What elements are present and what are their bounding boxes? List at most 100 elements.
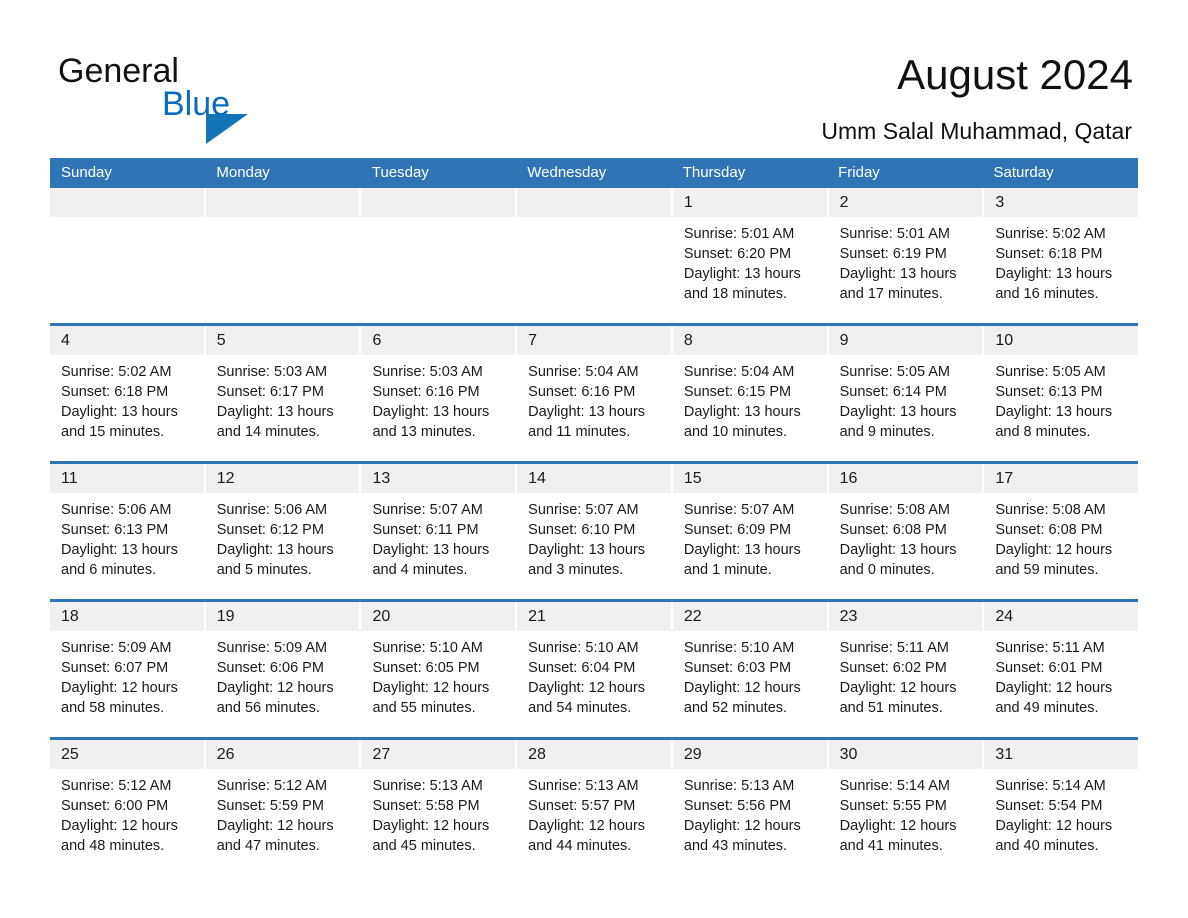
calendar-day-cell[interactable]: 19 Sunrise: 5:09 AM Sunset: 6:06 PM Dayligh… — [205, 602, 362, 737]
daylight-text: Daylight: 13 hours — [528, 542, 646, 558]
day-number: 31 — [984, 740, 1139, 769]
sunrise-text: Sunrise: 5:07 AM — [528, 502, 639, 518]
calendar-day-cell[interactable]: 21 Sunrise: 5:10 AM Sunset: 6:04 PM Dayligh… — [517, 602, 673, 737]
day-number: 27 — [361, 740, 516, 769]
calendar-day-cell[interactable]: 7 Sunrise: 5:04 AM Sunset: 6:16 PM Daylight… — [517, 326, 673, 461]
day-details: Sunrise: 5:05 AM Sunset: 6:13 PM Daylight:… — [984, 355, 1138, 461]
calendar-day-cell[interactable]: 11 Sunrise: 5:06 AM Sunset: 6:13 PM Dayligh… — [50, 464, 206, 599]
calendar-day-cell[interactable]: 23 Sunrise: 5:11 AM Sunset: 6:02 PM Dayligh… — [828, 602, 985, 737]
sunset-text: Sunset: 6:20 PM — [683, 246, 792, 262]
calendar-day-cell[interactable]: 27 Sunrise: 5:13 AM Sunset: 5:58 PM Dayligh… — [361, 740, 518, 875]
calendar-day-cell[interactable]: 29 Sunrise: 5:13 AM Sunset: 5:56 PM Dayligh… — [672, 740, 829, 875]
sunset-text: Sunset: 6:18 PM — [61, 384, 169, 400]
generalblue-logo[interactable]: General Blue — [58, 52, 318, 144]
calendar-day-cell[interactable]: 3 Sunrise: 5:02 AM Sunset: 6:18 PM Daylight… — [984, 188, 1139, 323]
day-details: Sunrise: 5:12 AM Sunset: 5:59 PM Daylight:… — [206, 769, 360, 875]
calendar-day-cell[interactable]: 2 Sunrise: 5:01 AM Sunset: 6:19 PM Daylight… — [828, 188, 985, 323]
day-number: 7 — [517, 326, 671, 355]
sunset-text: Sunset: 6:00 PM — [61, 798, 169, 814]
page-title: August 2024 — [897, 51, 1133, 98]
sunset-text: Sunset: 6:06 PM — [216, 660, 324, 676]
daylight-text-cont: and 4 minutes. — [372, 562, 468, 578]
daylight-text: Daylight: 12 hours — [372, 818, 490, 834]
sunrise-text: Sunrise: 5:14 AM — [839, 778, 951, 794]
day-number: 30 — [828, 740, 983, 769]
calendar-day-cell[interactable]: 13 Sunrise: 5:07 AM Sunset: 6:11 PM Dayligh… — [361, 464, 518, 599]
day-details: Sunrise: 5:10 AM Sunset: 6:04 PM Daylight:… — [517, 631, 671, 737]
sunset-text: Sunset: 6:05 PM — [372, 660, 480, 676]
sunset-text: Sunset: 6:08 PM — [995, 522, 1103, 538]
calendar-day-cell-empty[interactable] — [50, 188, 206, 323]
calendar-day-cell[interactable]: 8 Sunrise: 5:04 AM Sunset: 6:15 PM Daylight… — [672, 326, 829, 461]
day-details: Sunrise: 5:04 AM Sunset: 6:15 PM Daylight:… — [673, 355, 827, 461]
day-details: Sunrise: 5:12 AM Sunset: 6:00 PM Daylight:… — [50, 769, 204, 875]
daylight-text-cont: and 1 minute. — [683, 562, 772, 578]
sunrise-text: Sunrise: 5:10 AM — [683, 640, 795, 656]
sunrise-text: Sunrise: 5:09 AM — [216, 640, 328, 656]
calendar-day-cell[interactable]: 5 Sunrise: 5:03 AM Sunset: 6:17 PM Daylight… — [205, 326, 362, 461]
calendar-day-cell[interactable]: 25 Sunrise: 5:12 AM Sunset: 6:00 PM Dayligh… — [50, 740, 206, 875]
weekday-header-thursday: Thursday — [682, 164, 746, 181]
day-details: Sunrise: 5:14 AM Sunset: 5:54 PM Daylight:… — [984, 769, 1138, 875]
daylight-text-cont: and 45 minutes. — [372, 838, 476, 854]
day-details: Sunrise: 5:05 AM Sunset: 6:14 PM Daylight:… — [829, 355, 983, 461]
daylight-text: Daylight: 12 hours — [839, 818, 957, 834]
calendar-day-cell-empty[interactable] — [517, 188, 673, 323]
page-header: General Blue August 2024 Umm Salal Muham… — [0, 0, 1188, 158]
day-number: 16 — [828, 464, 983, 493]
sunrise-text: Sunrise: 5:04 AM — [528, 364, 639, 380]
calendar-day-cell[interactable]: 24 Sunrise: 5:11 AM Sunset: 6:01 PM Dayligh… — [984, 602, 1139, 737]
calendar-day-cell[interactable]: 15 Sunrise: 5:07 AM Sunset: 6:09 PM Dayligh… — [672, 464, 829, 599]
daylight-text: Daylight: 13 hours — [61, 542, 178, 558]
sunrise-text: Sunrise: 5:08 AM — [839, 502, 951, 518]
daylight-text-cont: and 41 minutes. — [839, 838, 943, 854]
day-number: 11 — [50, 464, 204, 493]
calendar-day-cell[interactable]: 1 Sunrise: 5:01 AM Sunset: 6:20 PM Daylight… — [672, 188, 829, 323]
calendar-day-cell[interactable]: 4 Sunrise: 5:02 AM Sunset: 6:18 PM Daylight… — [50, 326, 206, 461]
calendar-day-cell[interactable]: 22 Sunrise: 5:10 AM Sunset: 6:03 PM Dayligh… — [672, 602, 829, 737]
calendar-day-cell[interactable]: 17 Sunrise: 5:08 AM Sunset: 6:08 PM Dayligh… — [984, 464, 1139, 599]
day-details — [517, 217, 671, 323]
day-details: Sunrise: 5:10 AM Sunset: 6:03 PM Daylight:… — [673, 631, 827, 737]
calendar-day-cell[interactable]: 20 Sunrise: 5:10 AM Sunset: 6:05 PM Dayligh… — [361, 602, 518, 737]
calendar-day-cell[interactable]: 16 Sunrise: 5:08 AM Sunset: 6:08 PM Dayligh… — [828, 464, 985, 599]
daylight-text: Daylight: 13 hours — [683, 404, 801, 420]
calendar-day-cell[interactable]: 14 Sunrise: 5:07 AM Sunset: 6:10 PM Dayligh… — [517, 464, 673, 599]
sunset-text: Sunset: 6:07 PM — [61, 660, 169, 676]
day-number: 10 — [984, 326, 1139, 355]
calendar-day-cell[interactable]: 26 Sunrise: 5:12 AM Sunset: 5:59 PM Dayligh… — [205, 740, 362, 875]
day-details: Sunrise: 5:06 AM Sunset: 6:13 PM Daylight:… — [50, 493, 204, 599]
daylight-text-cont: and 18 minutes. — [683, 286, 788, 302]
sunset-text: Sunset: 6:09 PM — [683, 522, 792, 538]
day-details: Sunrise: 5:13 AM Sunset: 5:58 PM Daylight:… — [361, 769, 515, 875]
calendar-day-cell[interactable]: 6 Sunrise: 5:03 AM Sunset: 6:16 PM Daylight… — [361, 326, 518, 461]
calendar-day-cell[interactable]: 31 Sunrise: 5:14 AM Sunset: 5:54 PM Dayligh… — [984, 740, 1139, 875]
daylight-text-cont: and 3 minutes. — [528, 562, 624, 578]
day-details: Sunrise: 5:11 AM Sunset: 6:01 PM Daylight:… — [984, 631, 1138, 737]
calendar-day-cell-empty[interactable] — [361, 188, 518, 323]
day-details: Sunrise: 5:09 AM Sunset: 6:07 PM Daylight:… — [50, 631, 204, 737]
calendar-day-cell[interactable]: 9 Sunrise: 5:05 AM Sunset: 6:14 PM Daylight… — [828, 326, 985, 461]
sunset-text: Sunset: 6:10 PM — [528, 522, 636, 538]
calendar-day-cell[interactable]: 18 Sunrise: 5:09 AM Sunset: 6:07 PM Dayligh… — [50, 602, 206, 737]
calendar-day-cell-empty[interactable] — [205, 188, 362, 323]
daylight-text: Daylight: 12 hours — [839, 680, 957, 696]
sunset-text: Sunset: 6:19 PM — [839, 246, 947, 262]
calendar-day-cell[interactable]: 12 Sunrise: 5:06 AM Sunset: 6:12 PM Dayligh… — [205, 464, 362, 599]
daylight-text: Daylight: 12 hours — [995, 680, 1113, 696]
daylight-text: Daylight: 12 hours — [216, 680, 334, 696]
calendar-day-cell[interactable]: 28 Sunrise: 5:13 AM Sunset: 5:57 PM Dayligh… — [517, 740, 673, 875]
sunset-text: Sunset: 5:56 PM — [683, 798, 792, 814]
day-details — [50, 217, 204, 323]
page-subtitle-location: Umm Salal Muhammad, Qatar — [821, 118, 1132, 144]
calendar-day-cell[interactable]: 10 Sunrise: 5:05 AM Sunset: 6:13 PM Dayligh… — [984, 326, 1139, 461]
sunrise-text: Sunrise: 5:03 AM — [216, 364, 328, 380]
calendar-day-cell[interactable]: 30 Sunrise: 5:14 AM Sunset: 5:55 PM Dayligh… — [828, 740, 985, 875]
day-number: 9 — [828, 326, 983, 355]
day-number — [205, 188, 360, 217]
sunrise-text: Sunrise: 5:13 AM — [528, 778, 639, 794]
sunrise-text: Sunrise: 5:04 AM — [683, 364, 795, 380]
day-details: Sunrise: 5:07 AM Sunset: 6:10 PM Daylight:… — [517, 493, 671, 599]
daylight-text-cont: and 16 minutes. — [995, 286, 1099, 302]
daylight-text-cont: and 11 minutes. — [528, 424, 631, 440]
